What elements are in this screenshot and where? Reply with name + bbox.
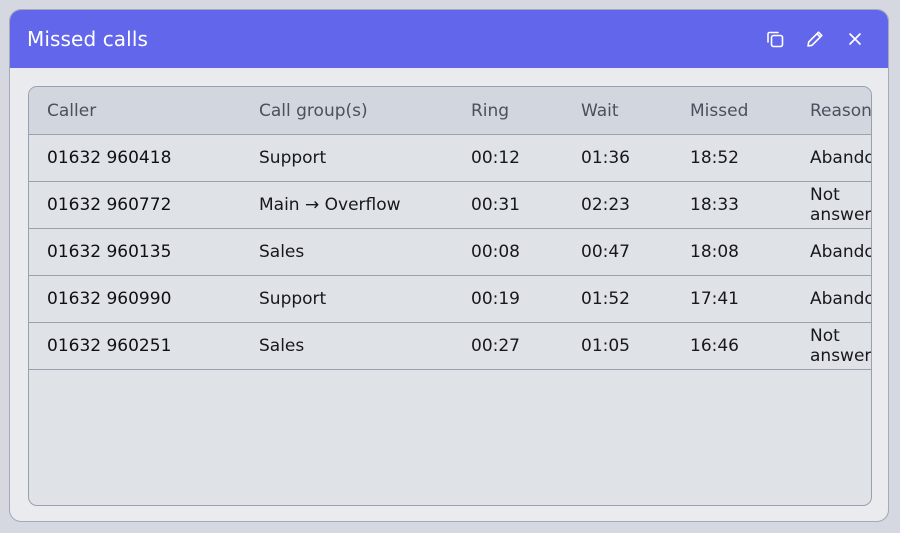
cell-caller: 01632 960772 — [29, 181, 241, 229]
table-row[interactable]: 01632 960772 Main → Overflow 00:31 02:23… — [29, 181, 871, 229]
table-row[interactable]: 01632 960990 Support 00:19 01:52 17:41 A… — [29, 275, 871, 323]
cell-ring: 00:27 — [453, 322, 563, 370]
cell-reason: Abandoned — [792, 134, 871, 182]
cell-missed: 18:52 — [672, 134, 792, 182]
column-header-ring[interactable]: Ring — [453, 87, 563, 135]
cell-caller: 01632 960990 — [29, 275, 241, 323]
cell-reason: Abandoned — [792, 228, 871, 276]
copy-icon — [767, 31, 784, 48]
missed-calls-window: Missed calls Caller Call group(s) Ring W… — [9, 9, 889, 522]
table-row[interactable]: 01632 960418 Support 00:12 01:36 18:52 A… — [29, 134, 871, 182]
cell-call-groups: Support — [241, 275, 453, 323]
column-header-caller[interactable]: Caller — [29, 87, 241, 135]
column-header-reason[interactable]: Reason — [792, 87, 871, 135]
column-header-call-groups[interactable]: Call group(s) — [241, 87, 453, 135]
cell-missed: 18:08 — [672, 228, 792, 276]
cell-wait: 01:36 — [563, 134, 672, 182]
cell-caller: 01632 960135 — [29, 228, 241, 276]
cell-wait: 01:52 — [563, 275, 672, 323]
cell-call-groups: Sales — [241, 322, 453, 370]
cell-missed: 16:46 — [672, 322, 792, 370]
cell-wait: 02:23 — [563, 181, 672, 229]
missed-calls-table: Caller Call group(s) Ring Wait Missed Re… — [29, 87, 871, 370]
cell-ring: 00:08 — [453, 228, 563, 276]
edit-button[interactable] — [800, 24, 830, 54]
cell-ring: 00:12 — [453, 134, 563, 182]
cell-call-groups: Main → Overflow — [241, 181, 453, 229]
missed-calls-table-panel: Caller Call group(s) Ring Wait Missed Re… — [28, 86, 872, 506]
cell-call-groups: Support — [241, 134, 453, 182]
pencil-icon — [807, 31, 823, 47]
cell-reason: Abandoned — [792, 275, 871, 323]
cell-caller: 01632 960251 — [29, 322, 241, 370]
column-header-missed[interactable]: Missed — [672, 87, 792, 135]
close-icon — [849, 33, 861, 45]
cell-wait: 00:47 — [563, 228, 672, 276]
copy-button[interactable] — [760, 24, 790, 54]
window-titlebar: Missed calls — [10, 10, 888, 68]
cell-ring: 00:19 — [453, 275, 563, 323]
table-row[interactable]: 01632 960251 Sales 00:27 01:05 16:46 Not… — [29, 322, 871, 370]
column-header-wait[interactable]: Wait — [563, 87, 672, 135]
cell-reason: Not answered — [792, 322, 871, 370]
table-row[interactable]: 01632 960135 Sales 00:08 00:47 18:08 Aba… — [29, 228, 871, 276]
cell-reason: Not answered — [792, 181, 871, 229]
cell-ring: 00:31 — [453, 181, 563, 229]
close-button[interactable] — [840, 24, 870, 54]
window-title: Missed calls — [27, 27, 148, 51]
cell-caller: 01632 960418 — [29, 134, 241, 182]
cell-wait: 01:05 — [563, 322, 672, 370]
cell-missed: 18:33 — [672, 181, 792, 229]
cell-call-groups: Sales — [241, 228, 453, 276]
cell-missed: 17:41 — [672, 275, 792, 323]
table-header-row: Caller Call group(s) Ring Wait Missed Re… — [29, 87, 871, 135]
